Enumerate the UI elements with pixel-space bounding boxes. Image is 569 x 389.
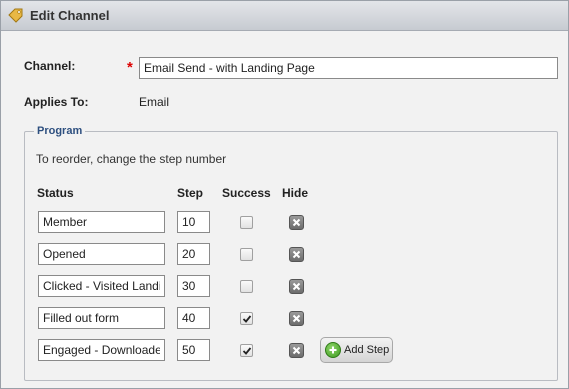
status-name-field[interactable] [38, 275, 165, 297]
step-row [25, 275, 555, 299]
step-row [25, 243, 555, 267]
success-checkbox[interactable] [240, 216, 253, 229]
status-name-field[interactable] [38, 211, 165, 233]
status-name-field[interactable] [38, 307, 165, 329]
step-row: Add Step [25, 337, 555, 363]
step-row [25, 211, 555, 235]
step-number-field[interactable] [177, 211, 210, 233]
dialog-title: Edit Channel [30, 8, 110, 23]
success-column-header: Success [222, 186, 271, 200]
channel-label: Channel: [24, 59, 76, 73]
step-number-field[interactable] [177, 243, 210, 265]
close-icon [292, 282, 301, 291]
step-number-field[interactable] [177, 339, 210, 361]
status-name-field[interactable] [38, 339, 165, 361]
checkmark-icon [242, 314, 251, 323]
step-number-field[interactable] [177, 275, 210, 297]
success-checkbox[interactable] [240, 312, 253, 325]
step-row [25, 307, 555, 331]
success-checkbox[interactable] [240, 344, 253, 357]
edit-channel-dialog: Edit Channel Channel: * Applies To: Emai… [0, 0, 569, 389]
title-bar[interactable]: Edit Channel [1, 1, 568, 31]
status-column-header: Status [37, 186, 74, 200]
required-marker: * [127, 59, 133, 76]
close-icon [292, 218, 301, 227]
hide-column-header: Hide [282, 186, 309, 200]
step-number-field[interactable] [177, 307, 210, 329]
channel-name-field[interactable] [139, 57, 558, 79]
close-icon [292, 314, 301, 323]
hide-step-button[interactable] [289, 343, 304, 358]
add-step-button[interactable]: Add Step [320, 337, 393, 363]
hide-step-button[interactable] [289, 215, 304, 230]
hide-step-button[interactable] [289, 247, 304, 262]
success-checkbox[interactable] [240, 248, 253, 261]
tag-icon [8, 8, 24, 24]
checkmark-icon [242, 346, 251, 355]
status-name-field[interactable] [38, 243, 165, 265]
applies-to-value: Email [139, 95, 170, 109]
close-icon [292, 250, 301, 259]
applies-to-label: Applies To: [24, 95, 89, 109]
add-step-label: Add Step [344, 344, 390, 356]
hide-step-button[interactable] [289, 279, 304, 294]
program-legend: Program [34, 125, 86, 137]
program-fieldset: Program To reorder, change the step numb… [24, 125, 558, 381]
step-column-header: Step [177, 186, 204, 200]
hide-step-button[interactable] [289, 311, 304, 326]
plus-icon [325, 342, 341, 358]
reorder-hint: To reorder, change the step number [36, 152, 227, 166]
success-checkbox[interactable] [240, 280, 253, 293]
close-icon [292, 346, 301, 355]
